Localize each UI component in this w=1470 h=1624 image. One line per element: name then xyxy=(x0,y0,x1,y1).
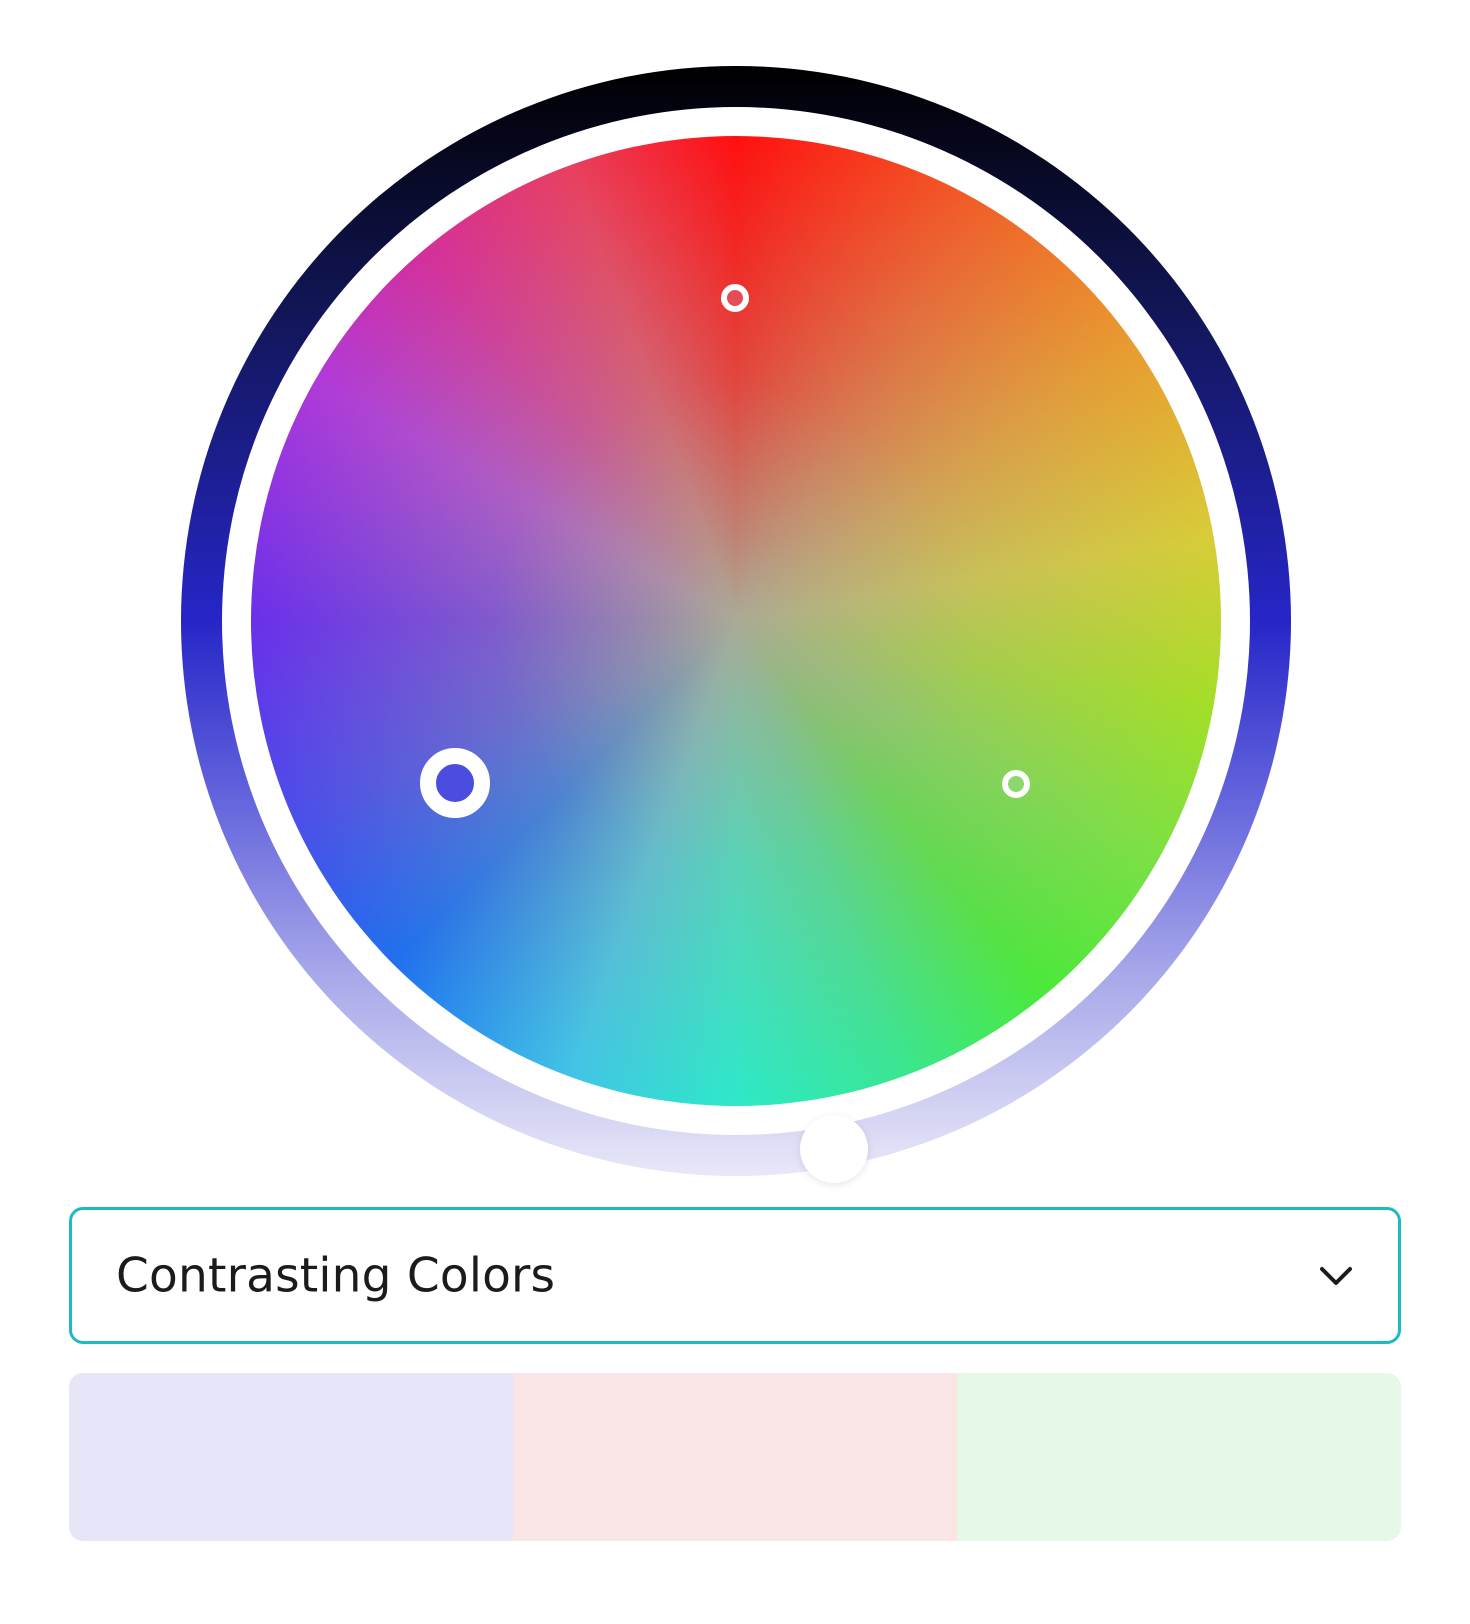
color-wheel-area xyxy=(0,0,1470,1190)
chevron-down-icon xyxy=(1320,1266,1352,1285)
color-handle-base[interactable] xyxy=(420,748,490,818)
color-swatch-1[interactable] xyxy=(69,1373,513,1541)
color-harmony-dropdown[interactable]: Contrasting Colors xyxy=(69,1207,1401,1344)
color-swatch-row xyxy=(69,1373,1401,1541)
color-swatch-3[interactable] xyxy=(957,1373,1401,1541)
hue-saturation-wheel[interactable] xyxy=(251,136,1221,1106)
color-handle-top[interactable] xyxy=(721,284,749,312)
color-handle-right[interactable] xyxy=(1002,770,1030,798)
brightness-slider-knob[interactable] xyxy=(800,1115,868,1183)
color-swatch-2[interactable] xyxy=(513,1373,957,1541)
color-harmony-selected-label: Contrasting Colors xyxy=(116,1248,556,1303)
